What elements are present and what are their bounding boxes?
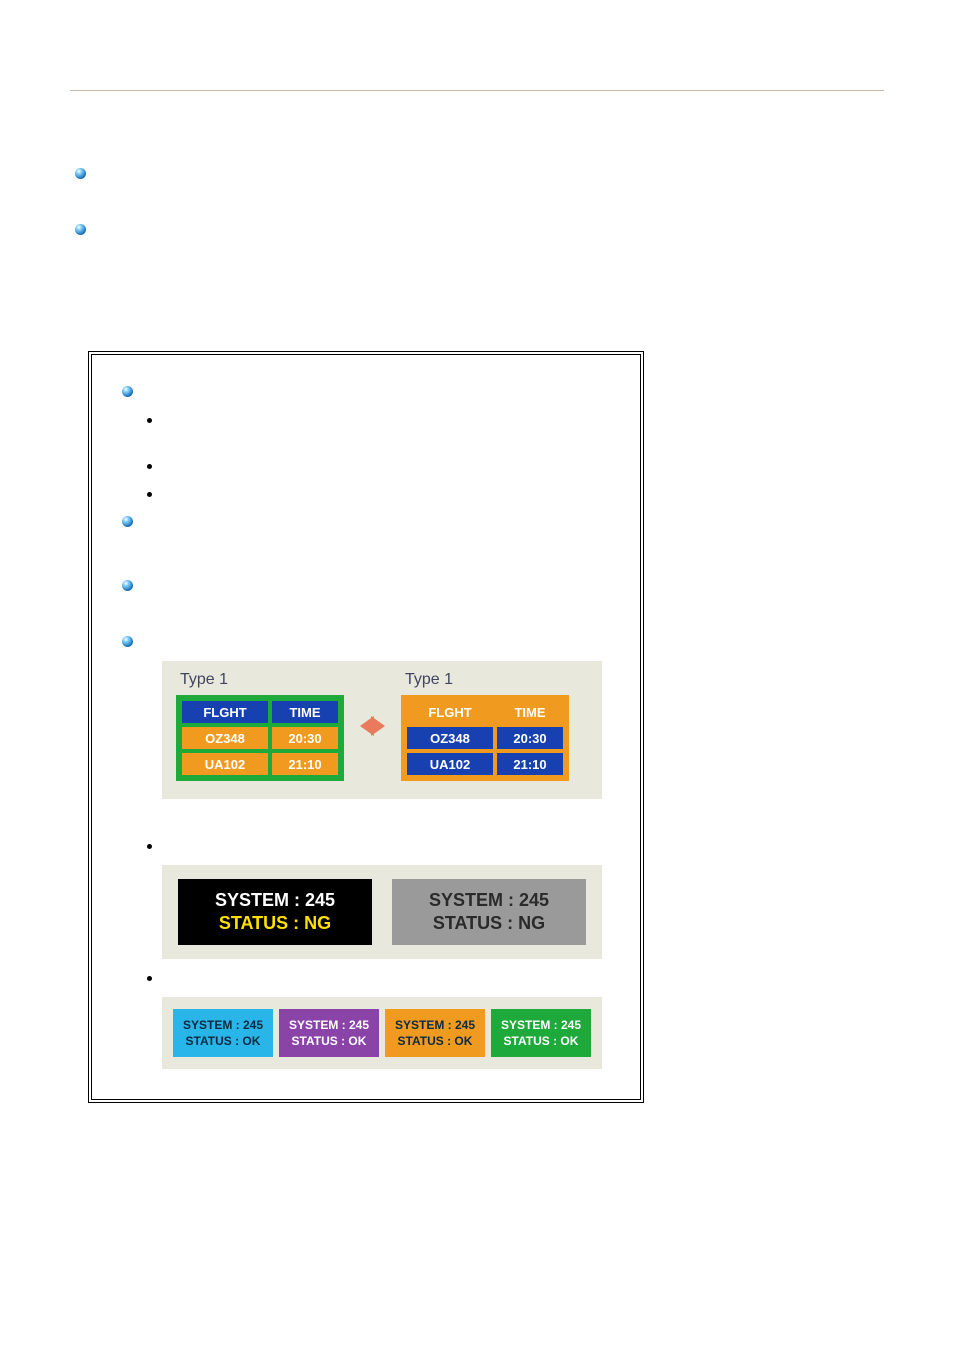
dot-bullet-icon	[147, 492, 152, 497]
status-line2: STATUS : OK	[504, 1033, 579, 1049]
status-line1: SYSTEM : 245	[501, 1017, 581, 1033]
dot-bullet-icon	[147, 844, 152, 849]
inner-bullet-item	[122, 383, 620, 401]
figure-right-column: Type 1 FLGHT TIME OZ348 20:30 UA102 21:1…	[401, 671, 569, 781]
figure-type-label: Type 1	[180, 671, 344, 689]
sub-bullet-item	[147, 485, 620, 503]
sub-bullet-item	[147, 411, 620, 429]
status-line2: STATUS : OK	[398, 1033, 473, 1049]
table-cell: 21:10	[270, 751, 340, 777]
status-box-grey: SYSTEM : 245 STATUS : NG	[392, 879, 586, 945]
inner-bullet-item	[122, 633, 620, 651]
flight-table-green: FLGHT TIME OZ348 20:30 UA102 21:10	[176, 695, 344, 781]
sphere-bullet-icon	[122, 580, 133, 591]
figure-left-column: Type 1 FLGHT TIME OZ348 20:30 UA102 21:1…	[176, 671, 344, 781]
status-line1: SYSTEM : 245	[183, 1017, 263, 1033]
dot-bullet-icon	[147, 418, 152, 423]
flight-table-orange: FLGHT TIME OZ348 20:30 UA102 21:10	[401, 695, 569, 781]
sphere-bullet-icon	[75, 168, 86, 179]
table-cell: UA102	[405, 751, 495, 777]
figure-type1-comparison: Type 1 FLGHT TIME OZ348 20:30 UA102 21:1…	[162, 661, 602, 799]
status-ok-box-green: SYSTEM : 245 STATUS : OK	[491, 1009, 591, 1057]
dot-bullet-icon	[147, 976, 152, 981]
figure-status-ng: SYSTEM : 245 STATUS : NG SYSTEM : 245 ST…	[162, 865, 602, 959]
outer-bullet-list	[75, 165, 884, 239]
table-header-cell: TIME	[495, 699, 565, 725]
bidirectional-arrow-icon	[360, 716, 385, 736]
status-line1: SYSTEM : 245	[289, 1017, 369, 1033]
status-line2: STATUS : OK	[292, 1033, 367, 1049]
status-ok-box-purple: SYSTEM : 245 STATUS : OK	[279, 1009, 379, 1057]
status-box-black: SYSTEM : 245 STATUS : NG	[178, 879, 372, 945]
table-cell: 21:10	[495, 751, 565, 777]
status-ok-box-orange: SYSTEM : 245 STATUS : OK	[385, 1009, 485, 1057]
table-cell: OZ348	[180, 725, 270, 751]
table-header-cell: FLGHT	[180, 699, 270, 725]
sphere-bullet-icon	[75, 224, 86, 235]
sphere-bullet-icon	[122, 386, 133, 397]
status-line2: STATUS : NG	[219, 912, 331, 935]
table-cell: OZ348	[405, 725, 495, 751]
table-cell: 20:30	[270, 725, 340, 751]
inner-bullet-item	[122, 577, 620, 595]
table-header-cell: TIME	[270, 699, 340, 725]
sub-bullet-item	[147, 837, 620, 855]
figure-status-ok-row: SYSTEM : 245 STATUS : OK SYSTEM : 245 ST…	[162, 997, 602, 1069]
figure-type-label: Type 1	[405, 671, 569, 689]
table-cell: UA102	[180, 751, 270, 777]
inner-bullet-list: Type 1 FLGHT TIME OZ348 20:30 UA102 21:1…	[122, 383, 620, 1069]
sphere-bullet-icon	[122, 516, 133, 527]
sub-bullet-item	[147, 457, 620, 475]
status-line2: STATUS : OK	[186, 1033, 261, 1049]
outer-bullet-item	[75, 221, 884, 239]
header-rule	[70, 90, 884, 91]
sub-bullet-item	[147, 969, 620, 987]
document-page: Type 1 FLGHT TIME OZ348 20:30 UA102 21:1…	[0, 0, 954, 1143]
sphere-bullet-icon	[122, 636, 133, 647]
status-line1: SYSTEM : 245	[215, 889, 335, 912]
table-header-cell: FLGHT	[405, 699, 495, 725]
table-cell: 20:30	[495, 725, 565, 751]
inner-bullet-item	[122, 513, 620, 531]
outer-bullet-item	[75, 165, 884, 183]
dot-bullet-icon	[147, 464, 152, 469]
status-line1: SYSTEM : 245	[429, 889, 549, 912]
status-line1: SYSTEM : 245	[395, 1017, 475, 1033]
status-ok-box-cyan: SYSTEM : 245 STATUS : OK	[173, 1009, 273, 1057]
status-line2: STATUS : NG	[433, 912, 545, 935]
framed-info-box: Type 1 FLGHT TIME OZ348 20:30 UA102 21:1…	[88, 351, 644, 1103]
